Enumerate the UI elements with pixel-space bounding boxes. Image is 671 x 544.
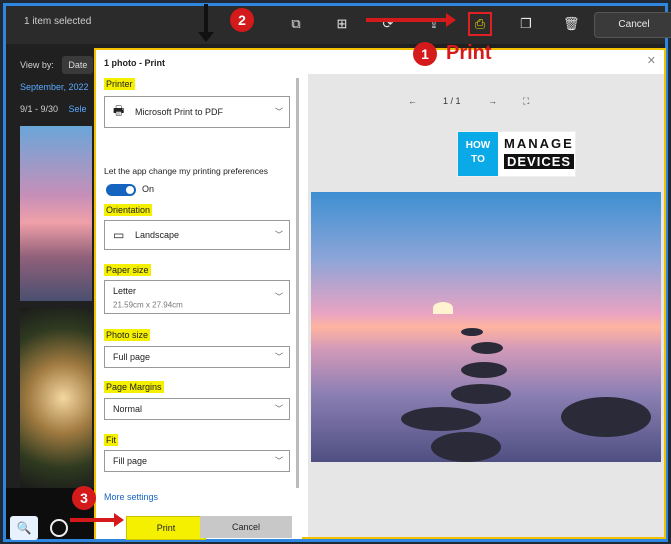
annotation-print-text: Print — [446, 42, 492, 64]
rock — [431, 432, 501, 462]
delete-icon[interactable]: 🗑 — [563, 16, 580, 32]
chevron-down-icon: ﹀ — [275, 352, 283, 362]
page-margins-label: Page Margins — [104, 381, 164, 393]
printer-label: Printer — [104, 78, 135, 90]
print-dialog: 1 photo - Print ✕ Printer 🖶 Microsoft Pr… — [94, 48, 666, 540]
paper-size-value: Letter — [113, 286, 137, 296]
orientation-label: Orientation — [104, 204, 153, 216]
photo-size-value: Full page — [113, 352, 151, 362]
photo-thumbnail[interactable] — [20, 308, 92, 488]
cancel-selection-button[interactable]: Cancel — [594, 12, 671, 38]
printer-value: Microsoft Print to PDF — [135, 107, 224, 117]
annotation-step-2: 2 — [230, 8, 254, 32]
annotation-arrow-right — [366, 13, 456, 27]
previous-page-icon[interactable]: ← — [408, 96, 417, 106]
chevron-down-icon: ﹀ — [275, 292, 283, 302]
photo-thumbnail[interactable] — [20, 126, 92, 301]
print-preview-pane: ← 1 / 1 → ⛶ HOW TO MANAGE DEVICES — [308, 74, 664, 537]
toggle-knob — [126, 186, 134, 194]
date-range: 9/1 - 9/30 Sele — [20, 104, 87, 114]
paper-size-dropdown[interactable]: Letter 21.59cm x 27.94cm ﹀ — [104, 280, 290, 314]
photos-toolbar: 1 item selected ⧉ ⊞ ⟳ ⇪ ⎙ ❐ 🗑 Cancel — [6, 6, 671, 44]
page-margins-dropdown[interactable]: Normal ﹀ — [104, 398, 290, 420]
annotation-arrow-to-print — [70, 513, 124, 527]
printer-icon: 🖶 — [113, 103, 125, 118]
view-by-dropdown[interactable]: Date — [62, 56, 94, 74]
chevron-down-icon: ﹀ — [275, 230, 283, 240]
rock — [561, 397, 651, 437]
annotation-arrow-down — [198, 4, 214, 42]
fit-dropdown[interactable]: Fill page ﹀ — [104, 450, 290, 472]
duplicate-icon[interactable]: ❐ — [518, 16, 534, 32]
close-icon[interactable]: ✕ — [647, 54, 656, 67]
preferences-toggle[interactable] — [106, 184, 136, 196]
month-heading: September, 2022 — [20, 82, 89, 92]
how-to-manage-devices-logo: HOW TO MANAGE DEVICES — [457, 131, 576, 177]
search-icon[interactable]: 🔍 — [10, 516, 38, 540]
view-by: View by: Date — [20, 56, 94, 74]
logo-devices: DEVICES — [504, 154, 575, 169]
preview-photo — [311, 192, 661, 462]
rock — [471, 342, 503, 354]
print-settings-pane: Printer 🖶 Microsoft Print to PDF ﹀ Let t… — [96, 74, 302, 539]
screenshot-frame: 1 item selected ⧉ ⊞ ⟳ ⇪ ⎙ ❐ 🗑 Cancel Vie… — [3, 3, 671, 542]
chevron-down-icon: ﹀ — [275, 404, 283, 414]
view-by-label: View by: — [20, 60, 54, 70]
edit-image-icon[interactable]: ⊞ — [334, 16, 350, 32]
selection-status: 1 item selected — [24, 16, 92, 27]
paper-size-detail: 21.59cm x 27.94cm — [113, 300, 183, 310]
cancel-button[interactable]: Cancel — [200, 516, 292, 538]
more-settings-link[interactable]: More settings — [104, 492, 158, 502]
page-indicator: 1 / 1 — [443, 96, 461, 106]
rock — [461, 328, 483, 336]
toggle-state-label: On — [142, 184, 155, 194]
printer-dropdown[interactable]: 🖶 Microsoft Print to PDF ﹀ — [104, 96, 290, 128]
next-page-icon[interactable]: → — [488, 96, 497, 106]
preferences-text: Let the app change my printing preferenc… — [104, 166, 268, 176]
chevron-down-icon: ﹀ — [275, 456, 283, 466]
fit-view-icon[interactable]: ⛶ — [523, 96, 529, 107]
fit-value: Fill page — [113, 456, 148, 466]
copy-icon[interactable]: ⧉ — [288, 16, 304, 32]
print-icon[interactable]: ⎙ — [468, 12, 492, 36]
cortana-icon[interactable] — [50, 519, 68, 537]
logo-manage: MANAGE — [504, 136, 574, 151]
sun — [433, 302, 453, 314]
page-margins-value: Normal — [113, 404, 143, 414]
settings-scrollbar[interactable] — [296, 78, 299, 488]
dialog-title: 1 photo - Print — [104, 58, 165, 68]
date-range-text: 9/1 - 9/30 — [20, 104, 59, 114]
annotation-step-3: 3 — [72, 486, 96, 510]
rock — [401, 407, 481, 431]
page-icon: ▭ — [113, 228, 125, 242]
orientation-dropdown[interactable]: ▭ Landscape ﹀ — [104, 220, 290, 250]
annotation-step-1: 1 — [413, 42, 437, 66]
fit-label: Fit — [104, 434, 118, 446]
orientation-value: Landscape — [135, 230, 180, 240]
print-button[interactable]: Print — [126, 516, 206, 540]
photo-size-dropdown[interactable]: Full page ﹀ — [104, 346, 290, 368]
chevron-down-icon: ﹀ — [275, 107, 283, 117]
rock — [461, 362, 507, 378]
photo-size-label: Photo size — [104, 329, 151, 341]
select-link[interactable]: Sele — [69, 104, 87, 114]
rock — [451, 384, 511, 404]
paper-size-label: Paper size — [104, 264, 151, 276]
logo-how-to: HOW TO — [458, 132, 498, 176]
